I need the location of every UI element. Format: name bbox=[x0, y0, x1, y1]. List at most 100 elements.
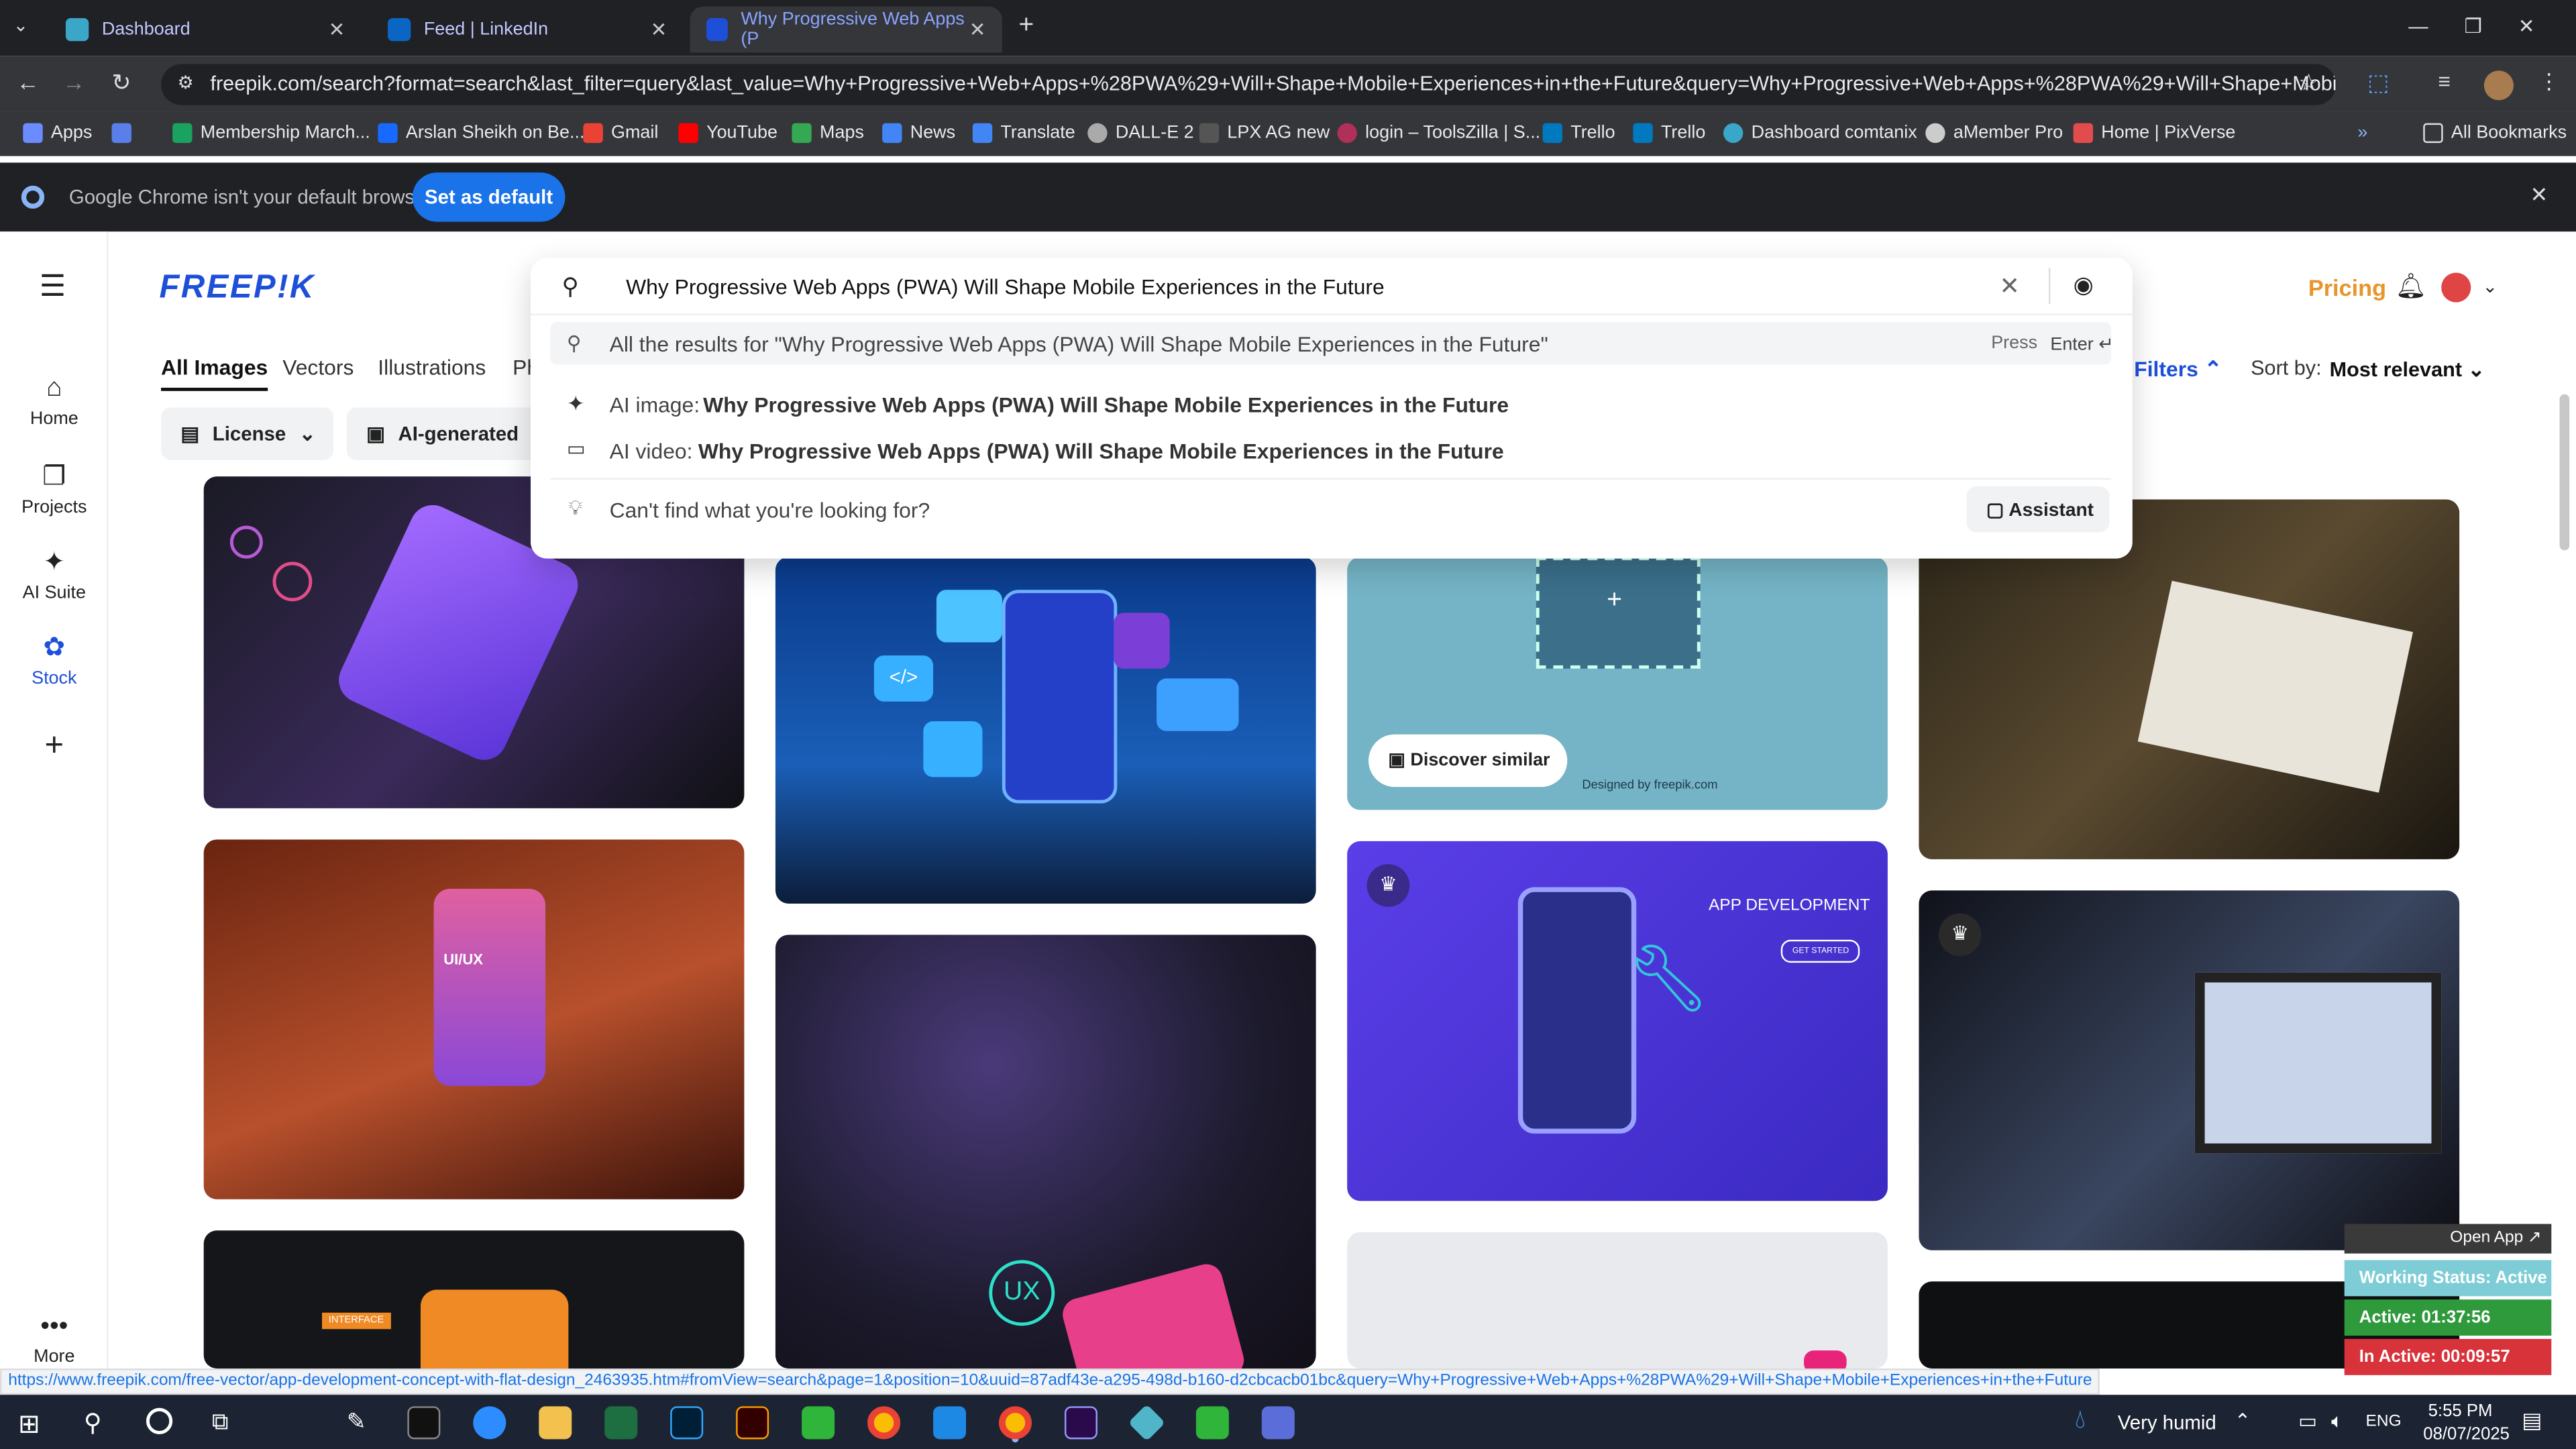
calculator-icon[interactable] bbox=[1261, 1406, 1295, 1440]
start-windows-icon[interactable]: ⊞ bbox=[18, 1408, 40, 1441]
close-infobar-icon[interactable]: ✕ bbox=[2530, 182, 2548, 209]
forward-icon[interactable]: → bbox=[62, 69, 85, 95]
result-image-app-development[interactable]: ♛ APP DEVELOPMENT GET STARTED 🔧︎ bbox=[1347, 841, 1888, 1201]
tab-all-images[interactable]: All Images bbox=[161, 355, 268, 391]
back-icon[interactable]: ← bbox=[16, 69, 39, 95]
result-image-website-mockup[interactable] bbox=[1347, 1232, 1888, 1369]
account-chevron-down-icon[interactable]: ⌄ bbox=[2482, 276, 2498, 297]
tab-freepik[interactable]: Why Progressive Web Apps (P ✕ bbox=[690, 6, 1002, 53]
clear-search-icon[interactable]: ✕ bbox=[1999, 271, 2020, 301]
page-scrollbar[interactable] bbox=[2559, 394, 2570, 551]
tray-chevron-up-icon[interactable]: ⌃ bbox=[2235, 1409, 2251, 1432]
nav-stock[interactable]: ✿ Stock bbox=[0, 631, 109, 688]
taskbar-search-icon[interactable]: ⚲ bbox=[84, 1408, 102, 1438]
bookmark-trello-2[interactable]: Trello bbox=[1633, 123, 1705, 144]
user-avatar[interactable] bbox=[2441, 272, 2471, 303]
weather-text[interactable]: Very humid bbox=[2118, 1411, 2216, 1434]
illustrator-icon[interactable] bbox=[736, 1406, 769, 1440]
green-app-icon[interactable] bbox=[802, 1406, 835, 1440]
bookmark-news[interactable]: News bbox=[882, 123, 955, 144]
tab-vectors[interactable]: Vectors bbox=[282, 355, 354, 380]
premiere-icon[interactable] bbox=[1064, 1406, 1097, 1440]
more-bookmarks-chevron-icon[interactable]: » bbox=[2357, 123, 2367, 143]
clock-date[interactable]: 08/07/2025 bbox=[2423, 1424, 2510, 1444]
notifications-icon[interactable]: ▤ bbox=[2522, 1408, 2542, 1434]
bookmark-grid[interactable] bbox=[111, 123, 131, 144]
bookmark-star-icon[interactable]: ☆ bbox=[2298, 69, 2319, 97]
result-image-ux-neon[interactable]: UX bbox=[775, 934, 1316, 1369]
zoom-icon[interactable] bbox=[473, 1406, 506, 1440]
search-input[interactable]: Why Progressive Web Apps (PWA) Will Shap… bbox=[626, 274, 1973, 299]
nav-home[interactable]: ⌂ Home bbox=[0, 374, 109, 429]
sort-by-dropdown[interactable]: Most relevant ⌄ bbox=[2330, 356, 2485, 381]
bookmark-youtube[interactable]: YouTube bbox=[678, 123, 777, 144]
nav-ai-suite[interactable]: ✦ AI Suite bbox=[0, 545, 109, 603]
freepik-logo[interactable]: FREEP!K bbox=[160, 270, 315, 307]
camera-search-icon[interactable]: ◉ bbox=[2074, 271, 2094, 299]
tab-linkedin[interactable]: Feed | LinkedIn ✕ bbox=[371, 7, 683, 53]
bookmark-apps[interactable]: Apps bbox=[23, 123, 92, 144]
assistant-button[interactable]: ▢ Assistant bbox=[1966, 486, 2110, 533]
bookmark-comtanix[interactable]: Dashboard comtanix bbox=[1723, 123, 1917, 144]
close-tab-icon[interactable]: ✕ bbox=[329, 18, 345, 41]
bookmark-gmail[interactable]: Gmail bbox=[583, 123, 658, 144]
tab-illustrations[interactable]: Illustrations bbox=[378, 355, 486, 380]
nav-projects[interactable]: ❐ Projects bbox=[0, 460, 109, 518]
bookmark-maps[interactable]: Maps bbox=[792, 123, 864, 144]
license-filter[interactable]: ▤ License ⌄ bbox=[161, 407, 334, 460]
bookmark-trello-1[interactable]: Trello bbox=[1542, 123, 1615, 144]
close-tab-icon[interactable]: ✕ bbox=[651, 18, 667, 41]
cortana-icon[interactable] bbox=[146, 1407, 173, 1434]
excel-icon[interactable] bbox=[604, 1406, 638, 1440]
language-indicator[interactable]: ENG bbox=[2366, 1413, 2402, 1431]
chrome-active-icon[interactable] bbox=[998, 1406, 1032, 1440]
bookmark-pixverse[interactable]: Home | PixVerse bbox=[2073, 123, 2235, 144]
volume-icon[interactable]: 🔈︎ bbox=[2331, 1409, 2343, 1434]
bookmark-membership[interactable]: Membership March... bbox=[172, 123, 370, 144]
reload-icon[interactable]: ↻ bbox=[112, 69, 131, 97]
bookmark-amember[interactable]: aMember Pro bbox=[1925, 123, 2063, 144]
media-icon[interactable]: ≡ bbox=[2438, 69, 2451, 94]
bookmark-lpx[interactable]: LPX AG new bbox=[1199, 123, 1330, 144]
discover-similar-button[interactable]: ▣ Discover similar bbox=[1368, 734, 1568, 788]
task-view-icon[interactable]: ⧉ bbox=[212, 1408, 228, 1436]
bookmark-dalle[interactable]: DALL-E 2 bbox=[1087, 123, 1194, 144]
filters-button[interactable]: Filters ⌃ bbox=[2134, 356, 2222, 382]
chrome-icon[interactable] bbox=[867, 1406, 901, 1440]
tab-dashboard[interactable]: Dashboard ✕ bbox=[49, 7, 361, 53]
result-image-hand-holding-phone[interactable]: UI/UX bbox=[203, 839, 745, 1199]
pricing-link[interactable]: Pricing bbox=[2308, 274, 2386, 301]
nav-more[interactable]: ••• More bbox=[0, 1313, 109, 1367]
add-icon[interactable]: + bbox=[0, 728, 109, 765]
bookmark-toolszilla[interactable]: login – ToolsZilla | S... bbox=[1337, 123, 1540, 144]
site-info-icon[interactable]: ⚙ bbox=[177, 72, 193, 93]
result-image-website-builder[interactable]: + ▣ Discover similar Designed by freepik… bbox=[1347, 557, 1888, 810]
photoshop-icon[interactable] bbox=[670, 1406, 704, 1440]
file-explorer-icon[interactable] bbox=[539, 1406, 572, 1440]
close-tab-icon[interactable]: ✕ bbox=[969, 18, 986, 41]
clock-time[interactable]: 5:55 PM bbox=[2428, 1401, 2493, 1421]
pen-icon[interactable]: ✎ bbox=[347, 1408, 366, 1436]
extensions-icon[interactable]: ⬚ bbox=[2367, 69, 2389, 97]
result-image-app-icons-phone[interactable]: </> bbox=[775, 557, 1316, 904]
profile-avatar[interactable] bbox=[2483, 70, 2514, 101]
url-text: freepik.com/search?format=search&last_fi… bbox=[210, 72, 2337, 96]
bookmark-translate[interactable]: Translate bbox=[972, 123, 1075, 144]
bookmark-behance[interactable]: Arslan Sheikh on Be... bbox=[378, 123, 584, 144]
chrome-menu-icon[interactable]: ⋮ bbox=[2538, 69, 2560, 95]
network-icon[interactable]: ▭ bbox=[2298, 1409, 2317, 1432]
bell-icon[interactable]: 🔔︎ bbox=[2396, 271, 2427, 301]
address-bar[interactable]: freepik.com/search?format=search&last_fi… bbox=[161, 64, 2337, 105]
vscode-icon[interactable] bbox=[933, 1406, 967, 1440]
new-tab-button[interactable]: + bbox=[1018, 11, 1034, 41]
result-image-interface-phone[interactable]: INTERFACE bbox=[203, 1230, 745, 1369]
set-as-default-button[interactable]: Set as default bbox=[412, 172, 566, 222]
open-app-button[interactable]: Open App ↗ bbox=[2344, 1224, 2552, 1254]
hamburger-menu-icon[interactable]: ☰ bbox=[40, 270, 66, 304]
tab-search-button[interactable]: ⌄ bbox=[13, 15, 29, 36]
green-app-2-icon[interactable] bbox=[1195, 1406, 1229, 1440]
ai-generated-filter[interactable]: ▣ AI-generated bbox=[346, 407, 544, 460]
terminal-icon[interactable] bbox=[407, 1406, 441, 1440]
result-image-laptop-phone[interactable]: ♛ bbox=[1919, 890, 2460, 1250]
all-bookmarks[interactable]: All Bookmarks bbox=[2423, 123, 2567, 144]
